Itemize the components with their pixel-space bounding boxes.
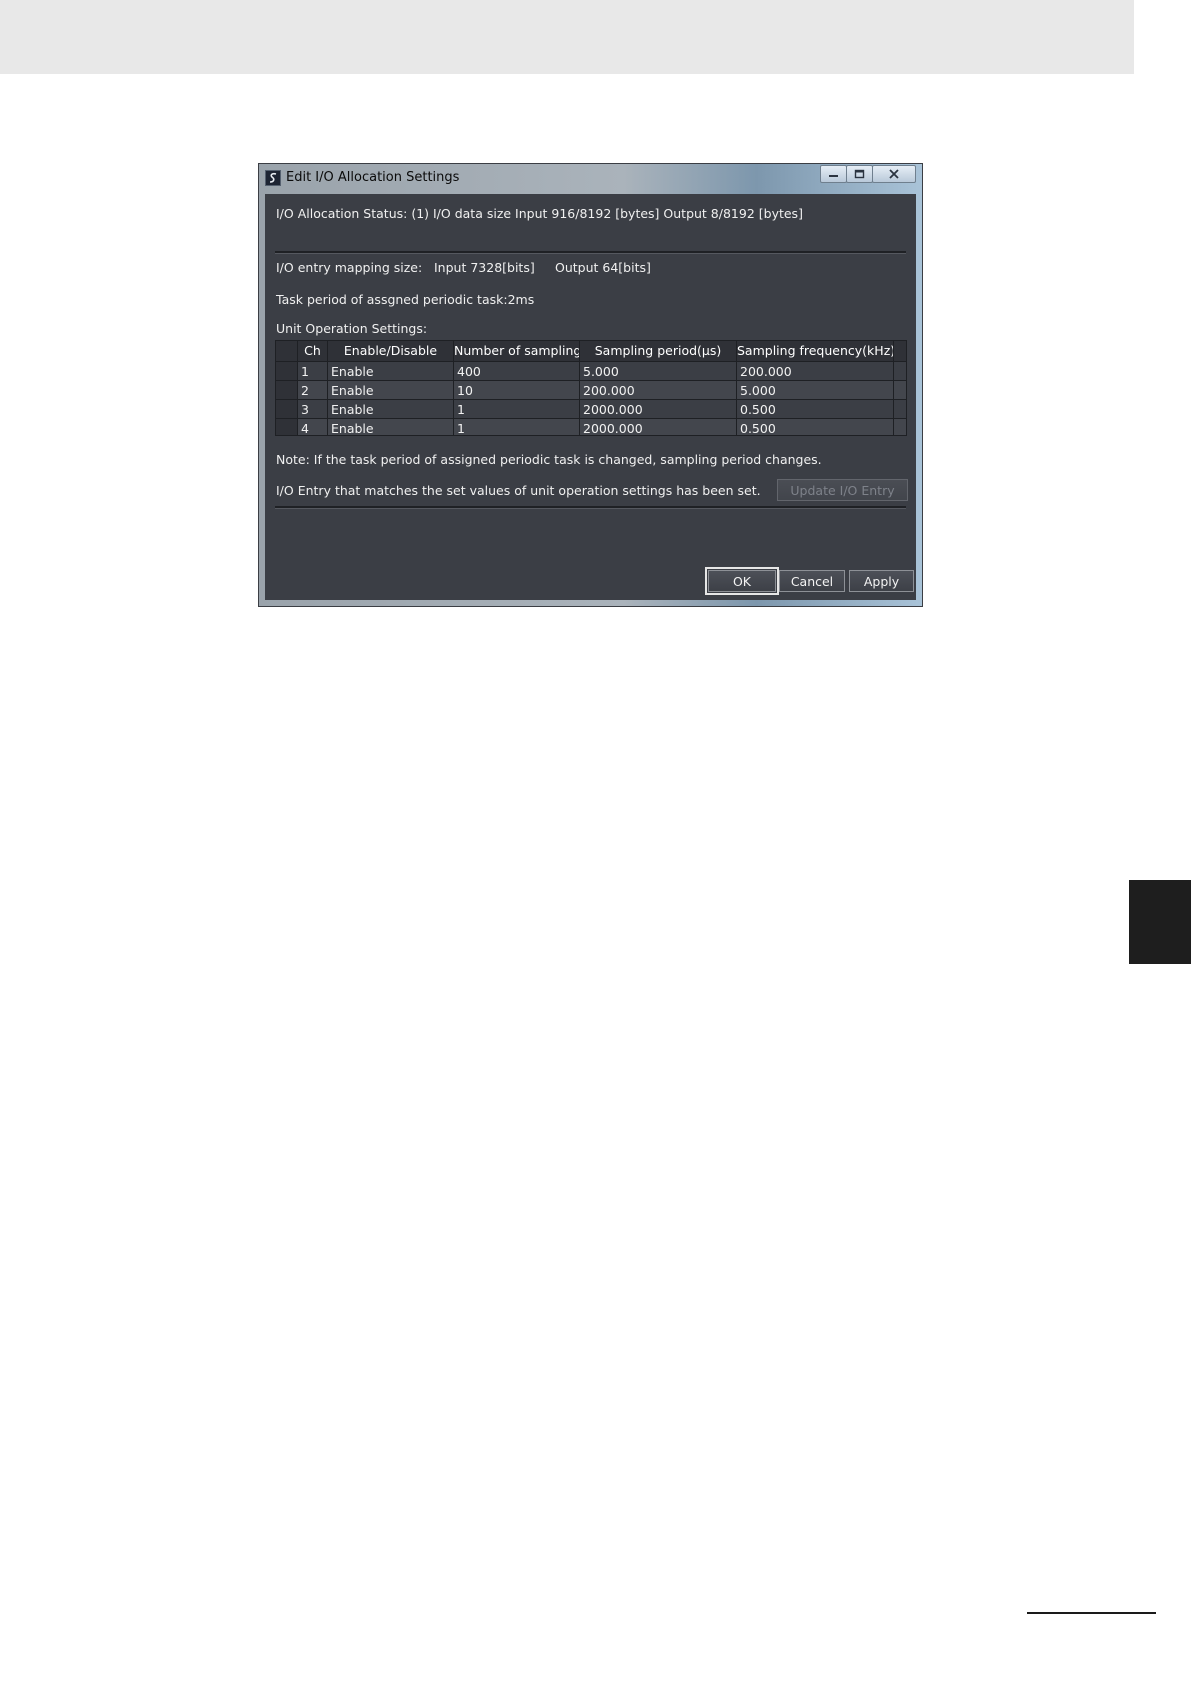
row-selector[interactable] (276, 381, 298, 399)
column-header-sampling-frequency[interactable]: Sampling frequency(kHz) (737, 341, 894, 361)
note-text: Note: If the task period of assigned per… (276, 452, 822, 467)
column-header-number-of-sampling[interactable]: Number of sampling (454, 341, 580, 361)
mapping-size-label: I/O entry mapping size: (276, 260, 423, 275)
close-icon[interactable] (872, 165, 916, 183)
cell-number-of-sampling[interactable]: 10 (454, 381, 580, 399)
table-header-row: Ch Enable/Disable Number of sampling Sam… (276, 341, 906, 361)
cell-ch: 2 (298, 381, 328, 399)
row-selector[interactable] (276, 400, 298, 418)
cell-ch: 1 (298, 362, 328, 380)
header-filler (894, 341, 906, 361)
column-header-sampling-period[interactable]: Sampling period(µs) (580, 341, 737, 361)
divider (275, 506, 906, 509)
cell-sampling-period: 2000.000 (580, 419, 737, 435)
row-selector[interactable] (276, 419, 298, 435)
cancel-button[interactable]: Cancel (779, 570, 845, 592)
row-selector[interactable] (276, 362, 298, 380)
maximize-icon[interactable] (846, 165, 873, 183)
cell-sampling-frequency: 200.000 (737, 362, 894, 380)
app-icon (265, 170, 281, 186)
row-filler (894, 400, 906, 418)
cell-number-of-sampling[interactable]: 1 (454, 419, 580, 435)
ok-button[interactable]: OK (705, 567, 779, 595)
minimize-icon[interactable] (820, 165, 847, 183)
update-io-entry-button[interactable]: Update I/O Entry (777, 479, 908, 501)
unit-operation-settings-label: Unit Operation Settings: (276, 321, 428, 336)
cell-number-of-sampling[interactable]: 1 (454, 400, 580, 418)
title-bar[interactable]: Edit I/O Allocation Settings (259, 164, 922, 194)
row-filler (894, 419, 906, 435)
cell-enable-disable[interactable]: Enable (328, 419, 454, 435)
cell-enable-disable[interactable]: Enable (328, 400, 454, 418)
table-row[interactable]: 1 Enable 400 5.000 200.000 (276, 361, 906, 380)
cell-ch: 3 (298, 400, 328, 418)
row-header-corner (276, 341, 298, 361)
dialog-body: I/O Allocation Status: (1) I/O data size… (265, 194, 916, 600)
edit-io-allocation-dialog: Edit I/O Allocation Settings I/O Allocat… (258, 163, 923, 607)
window-title: Edit I/O Allocation Settings (286, 170, 460, 185)
unit-operation-table: Ch Enable/Disable Number of sampling Sam… (275, 340, 907, 436)
row-filler (894, 362, 906, 380)
cell-sampling-frequency: 5.000 (737, 381, 894, 399)
allocation-status-text: I/O Allocation Status: (1) I/O data size… (276, 206, 803, 221)
cell-sampling-frequency: 0.500 (737, 400, 894, 418)
column-header-enable-disable[interactable]: Enable/Disable (328, 341, 454, 361)
cell-enable-disable[interactable]: Enable (328, 362, 454, 380)
cell-sampling-frequency: 0.500 (737, 419, 894, 435)
footer-rule (1027, 1612, 1156, 1614)
column-header-ch[interactable]: Ch (298, 341, 328, 361)
task-period-text: Task period of assgned periodic task:2ms (276, 292, 535, 307)
table-row[interactable]: 4 Enable 1 2000.000 0.500 (276, 418, 906, 435)
cell-number-of-sampling[interactable]: 400 (454, 362, 580, 380)
entry-status-text: I/O Entry that matches the set values of… (276, 483, 761, 498)
cell-ch: 4 (298, 419, 328, 435)
cell-sampling-period: 5.000 (580, 362, 737, 380)
cell-enable-disable[interactable]: Enable (328, 381, 454, 399)
mapping-size-output: Output 64[bits] (555, 260, 651, 275)
caption-buttons (820, 165, 916, 184)
page-header-band (0, 0, 1134, 74)
row-filler (894, 381, 906, 399)
cell-sampling-period: 2000.000 (580, 400, 737, 418)
table-row[interactable]: 2 Enable 10 200.000 5.000 (276, 380, 906, 399)
chapter-tab (1129, 880, 1191, 964)
table-row[interactable]: 3 Enable 1 2000.000 0.500 (276, 399, 906, 418)
apply-button[interactable]: Apply (849, 570, 914, 592)
divider (275, 251, 906, 254)
mapping-size-input: Input 7328[bits] (434, 260, 535, 275)
cell-sampling-period: 200.000 (580, 381, 737, 399)
